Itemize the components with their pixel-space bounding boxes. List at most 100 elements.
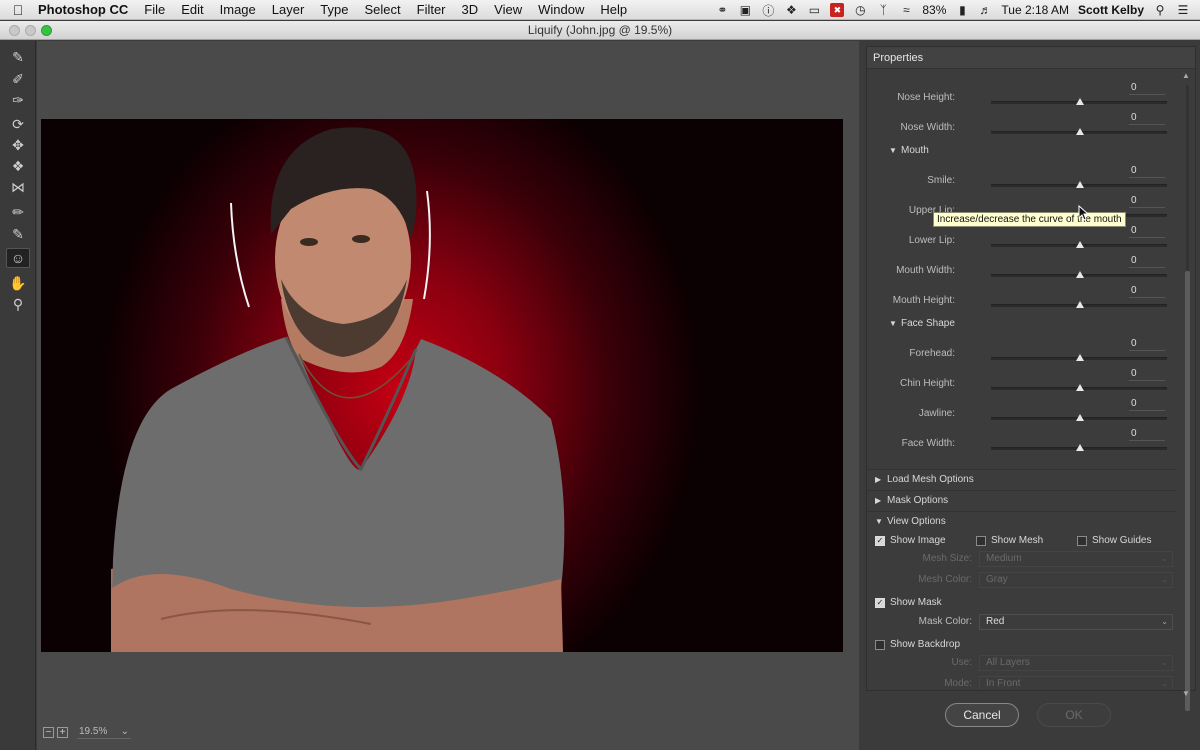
volume-icon[interactable]: ♬	[978, 3, 992, 17]
scroll-up-arrow-icon[interactable]: ▲	[1182, 71, 1190, 80]
show-backdrop-checkbox[interactable]: Show Backdrop	[875, 639, 960, 650]
wifi-icon[interactable]: ≈	[899, 3, 913, 17]
mouth-width-value[interactable]: 0	[1129, 255, 1165, 268]
creative-cloud-icon[interactable]: ⚭	[715, 3, 729, 17]
view-options-label: View Options	[887, 516, 946, 527]
window-zoom-button[interactable]	[41, 25, 52, 36]
face-tool-icon[interactable]: ☺	[6, 248, 30, 268]
portrait-image[interactable]	[41, 119, 843, 652]
show-mask-checkbox[interactable]: ✓ Show Mask	[875, 597, 942, 608]
view-options-section[interactable]: ▼ View Options	[867, 511, 1177, 530]
window-minimize-button[interactable]	[25, 25, 36, 36]
face-width-slider-thumb[interactable]	[1076, 444, 1084, 451]
thaw-mask-tool-icon[interactable]: ✎	[6, 224, 30, 244]
show-guides-checkbox[interactable]: Show Guides	[1077, 535, 1151, 546]
zoom-out-button[interactable]: −	[43, 726, 54, 738]
user-menu[interactable]: Scott Kelby	[1078, 3, 1144, 17]
load-mesh-options-section[interactable]: ▶ Load Mesh Options	[867, 469, 1177, 488]
menu-layer[interactable]: Layer	[264, 2, 313, 17]
menu-file[interactable]: File	[136, 2, 173, 17]
bloat-tool-icon[interactable]: ❖	[6, 156, 30, 176]
panel-scrollbar[interactable]: ▲ ▼	[1182, 71, 1192, 711]
window-close-button[interactable]	[9, 25, 20, 36]
scrollbar-thumb[interactable]	[1185, 271, 1190, 711]
menu-help[interactable]: Help	[592, 2, 635, 17]
pucker-tool-icon[interactable]: ✥	[6, 135, 30, 155]
show-image-label: Show Image	[890, 535, 946, 546]
notification-center-icon[interactable]: ☰	[1176, 3, 1190, 17]
apple-menu-icon[interactable]: 	[0, 2, 36, 18]
mouth-height-slider-thumb[interactable]	[1076, 301, 1084, 308]
menu-type[interactable]: Type	[312, 2, 356, 17]
ok-button[interactable]: OK	[1037, 703, 1111, 727]
jawline-slider-thumb[interactable]	[1076, 414, 1084, 421]
menu-image[interactable]: Image	[212, 2, 264, 17]
nose-width-slider-thumb[interactable]	[1076, 128, 1084, 135]
freeze-mask-tool-icon[interactable]: ✏	[6, 202, 30, 222]
jawline-value[interactable]: 0	[1129, 398, 1165, 411]
face-shape-header-label: Face Shape	[901, 318, 955, 329]
nose-height-label: Nose Height:	[897, 92, 955, 103]
mode-row: Mode: In Front ⌄	[867, 676, 1177, 689]
menu-edit[interactable]: Edit	[173, 2, 211, 17]
reconstruct-tool-icon[interactable]: ✐	[6, 69, 30, 89]
checkbox-box	[1077, 535, 1087, 546]
blocked-icon[interactable]: ✖	[830, 3, 845, 17]
zoom-tool-icon[interactable]: ⚲	[6, 294, 30, 314]
mask-color-select[interactable]: Red ⌄	[979, 614, 1173, 630]
camera-icon[interactable]: ▣	[738, 3, 752, 17]
face-width-label: Face Width:	[901, 438, 955, 449]
forward-warp-tool-icon[interactable]: ✎	[6, 47, 30, 67]
upper-lip-value[interactable]: 0	[1129, 195, 1165, 208]
face-shape-section-header[interactable]: ▼ Face Shape	[889, 318, 955, 329]
time-machine-icon[interactable]: ◷	[853, 3, 867, 17]
lower-lip-value[interactable]: 0	[1129, 225, 1165, 238]
chin-height-slider-thumb[interactable]	[1076, 384, 1084, 391]
mouth-section-header[interactable]: ▼ Mouth	[889, 145, 929, 156]
cancel-button[interactable]: Cancel	[945, 703, 1019, 727]
nose-height-slider-thumb[interactable]	[1076, 98, 1084, 105]
push-left-tool-icon[interactable]: ⋈	[6, 177, 30, 197]
twirl-clockwise-tool-icon[interactable]: ⟳	[6, 114, 30, 134]
checkmark-icon: ✓	[875, 597, 885, 608]
bluetooth-icon[interactable]: ᛉ	[876, 3, 890, 17]
mouth-height-value[interactable]: 0	[1129, 285, 1165, 298]
clock[interactable]: Tue 2:18 AM	[1001, 3, 1069, 17]
nose-height-value[interactable]: 0	[1129, 82, 1165, 95]
preview-canvas[interactable]: − + 19.5% ⌄	[37, 41, 859, 750]
menu-window[interactable]: Window	[530, 2, 592, 17]
menu-view[interactable]: View	[486, 2, 530, 17]
smooth-tool-icon[interactable]: ✑	[6, 90, 30, 110]
smile-value[interactable]: 0	[1129, 165, 1165, 178]
lower-lip-slider-thumb[interactable]	[1076, 241, 1084, 248]
chevron-down-icon: ⌄	[1161, 554, 1168, 563]
airplay-icon[interactable]: ▭	[807, 3, 821, 17]
menu-3d[interactable]: 3D	[454, 2, 487, 17]
dropbox-icon[interactable]: ❖	[784, 3, 798, 17]
scroll-down-arrow-icon[interactable]: ▼	[1182, 689, 1190, 698]
zoom-level-select[interactable]: 19.5% ⌄	[77, 726, 131, 739]
chevron-down-icon: ⌄	[1161, 617, 1168, 626]
spotlight-search-icon[interactable]: ⚲	[1153, 3, 1167, 17]
menu-select[interactable]: Select	[356, 2, 408, 17]
menu-filter[interactable]: Filter	[409, 2, 454, 17]
nose-width-value[interactable]: 0	[1129, 112, 1165, 125]
mouth-width-slider-thumb[interactable]	[1076, 271, 1084, 278]
mask-options-section[interactable]: ▶ Mask Options	[867, 490, 1177, 509]
show-mesh-checkbox[interactable]: Show Mesh	[976, 535, 1043, 546]
smile-slider-thumb[interactable]	[1076, 181, 1084, 188]
chin-height-value[interactable]: 0	[1129, 368, 1165, 381]
window-title: Liquify (John.jpg @ 19.5%)	[527, 23, 673, 37]
zoom-in-button[interactable]: +	[57, 726, 68, 738]
forehead-value[interactable]: 0	[1129, 338, 1165, 351]
app-menu[interactable]: Photoshop CC	[36, 2, 136, 17]
battery-icon[interactable]: ▮	[955, 3, 969, 17]
forehead-slider-thumb[interactable]	[1076, 354, 1084, 361]
face-width-value[interactable]: 0	[1129, 428, 1165, 441]
show-image-checkbox[interactable]: ✓ Show Image	[875, 535, 946, 546]
properties-panel: Properties Nose Height: 0 Nose Width: 0 …	[866, 46, 1196, 711]
triangle-down-icon: ▼	[875, 517, 883, 526]
hand-tool-icon[interactable]: ✋	[6, 273, 30, 293]
mesh-color-select: Gray ⌄	[979, 572, 1173, 588]
info-icon[interactable]: ⓘ	[761, 3, 775, 18]
